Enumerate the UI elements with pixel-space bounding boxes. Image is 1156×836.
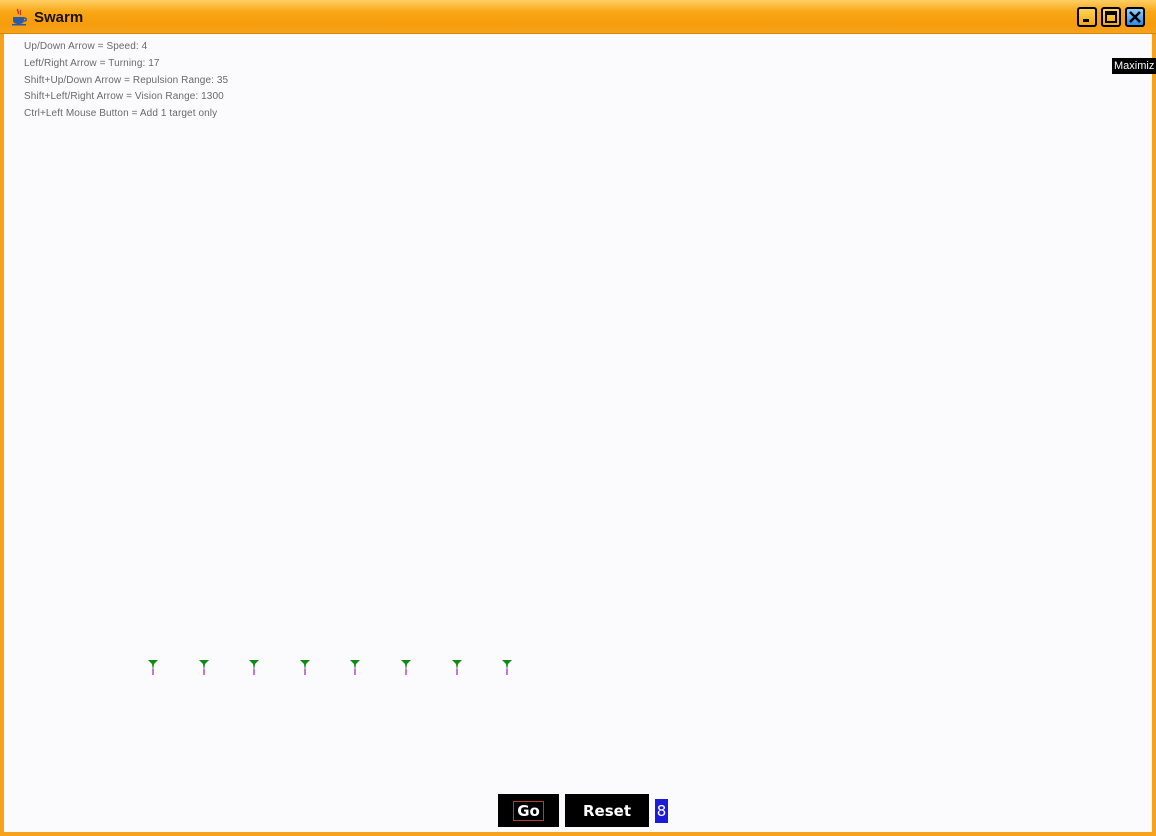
swarm-canvas-agents [142, 655, 522, 679]
swarm-agent [446, 655, 468, 679]
go-button-label: Go [513, 800, 544, 821]
swarm-agent [142, 655, 164, 679]
maximize-tooltip: Maximiz [1112, 58, 1156, 74]
help-line-vision: Shift+Left/Right Arrow = Vision Range: 1… [24, 91, 224, 103]
swarm-window: Swarm Up/Down Arrow = Speed: 4 Left/Righ… [0, 0, 1156, 836]
agent-count-field[interactable]: 8 [655, 799, 668, 823]
swarm-agent [344, 655, 366, 679]
swarm-agent [193, 655, 215, 679]
reset-button-label: Reset [583, 801, 631, 820]
close-button[interactable] [1125, 7, 1145, 27]
window-title: Swarm [34, 9, 84, 26]
help-line-speed: Up/Down Arrow = Speed: 4 [24, 41, 148, 52]
help-line-repulsion: Shift+Up/Down Arrow = Repulsion Range: 3… [24, 74, 229, 86]
go-button[interactable]: Go [498, 794, 559, 827]
java-cup-icon [12, 8, 27, 26]
swarm-agent [294, 655, 316, 679]
reset-button[interactable]: Reset [565, 794, 649, 827]
maximize-button[interactable] [1101, 7, 1121, 27]
swarm-agent [395, 655, 417, 679]
title-bar[interactable]: Swarm [0, 0, 1156, 34]
help-line-add-target: Ctrl+Left Mouse Button = Add 1 target on… [24, 108, 218, 120]
help-text: Up/Down Arrow = Speed: 4 Left/Right Arro… [24, 40, 228, 124]
minimize-button[interactable] [1077, 7, 1097, 27]
help-line-turning: Left/Right Arrow = Turning: 17 [24, 57, 160, 69]
maximize-icon [1105, 11, 1117, 23]
swarm-agent [496, 655, 518, 679]
swarm-agent [243, 655, 265, 679]
minimize-icon [1083, 19, 1089, 22]
close-icon [1129, 11, 1141, 23]
